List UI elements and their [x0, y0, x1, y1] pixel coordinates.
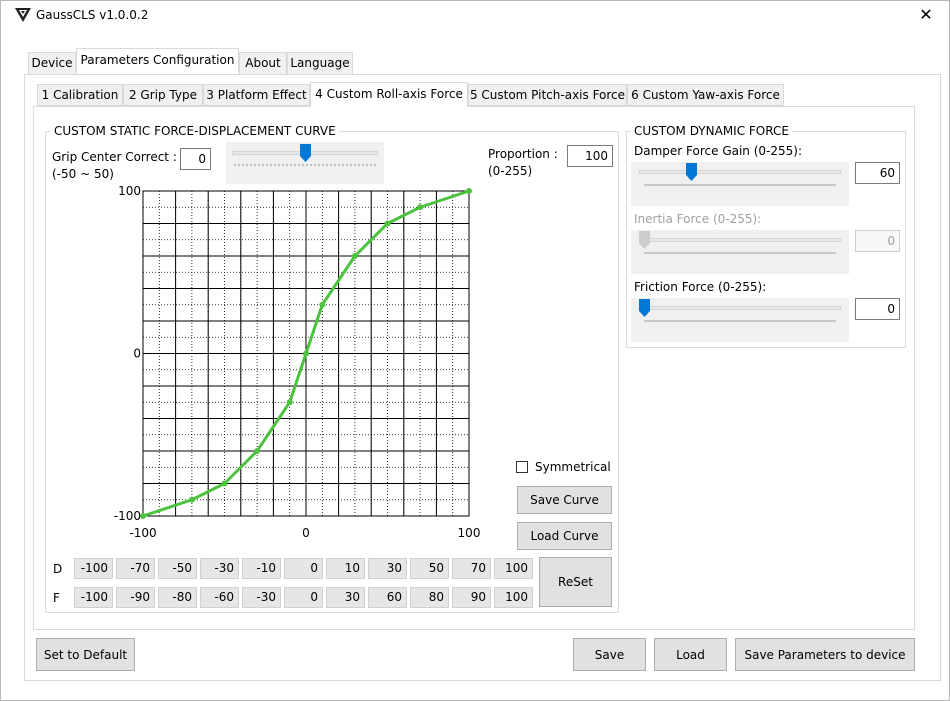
inertia-slider-tickline [644, 252, 836, 254]
inertia-input: 0 [855, 230, 900, 252]
grip-center-slider-ticks [234, 164, 376, 168]
main-tab-parameters-configuration[interactable]: Parameters Configuration [76, 48, 239, 73]
damper-label: Damper Force Gain (0-255): [634, 144, 802, 158]
dynamic-force-group-title: CUSTOM DYNAMIC FORCE [631, 124, 792, 138]
f-value-cell[interactable]: -90 [116, 587, 155, 608]
friction-input[interactable]: 0 [855, 298, 900, 320]
sub-tab-5[interactable]: 5 Custom Pitch-axis Force [468, 84, 627, 106]
d-value-cell[interactable]: -70 [116, 558, 155, 579]
grip-center-input[interactable]: 0 [180, 148, 211, 170]
f-value-cell[interactable]: 0 [284, 587, 323, 608]
load-curve-button[interactable]: Load Curve [517, 522, 612, 550]
f-value-cell[interactable]: 100 [494, 587, 533, 608]
d-value-cell[interactable]: -30 [200, 558, 239, 579]
f-value-cell[interactable]: -30 [242, 587, 281, 608]
d-value-cell[interactable]: -100 [74, 558, 113, 579]
proportion-range: (0-255) [488, 164, 533, 178]
sub-tab-3[interactable]: 3 Platform Effect [203, 84, 310, 106]
close-icon[interactable]: ✕ [914, 4, 938, 26]
f-value-cell[interactable]: 90 [452, 587, 491, 608]
sub-tab-2[interactable]: 2 Grip Type [123, 84, 203, 106]
damper-slider-track [639, 170, 841, 174]
curve-point [319, 301, 326, 308]
grip-center-label: Grip Center Correct : [52, 150, 177, 164]
x-tick-label: 0 [302, 526, 310, 540]
sub-tab-6[interactable]: 6 Custom Yaw-axis Force [627, 84, 784, 106]
friction-slider-track [639, 306, 841, 310]
curve-point [466, 188, 472, 194]
f-value-cell[interactable]: 80 [410, 587, 449, 608]
curve-point [221, 480, 228, 487]
inertia-slider-thumb [638, 231, 650, 249]
y-tick-label: 100 [118, 184, 141, 198]
save-to-device-button[interactable]: Save Parameters to device [735, 638, 915, 671]
y-tick-label: -100 [114, 509, 141, 523]
inertia-label: Inertia Force (0-255): [634, 212, 762, 226]
y-tick-label: 0 [133, 347, 141, 361]
damper-slider-tickline [644, 184, 836, 186]
d-value-cell[interactable]: 100 [494, 558, 533, 579]
d-row-label: D [53, 562, 63, 576]
damper-input[interactable]: 60 [855, 162, 900, 184]
save-curve-button[interactable]: Save Curve [517, 486, 612, 514]
x-tick-label: -100 [129, 526, 156, 540]
proportion-label: Proportion : [488, 147, 558, 161]
d-value-cell[interactable]: 50 [410, 558, 449, 579]
main-tab-language[interactable]: Language [287, 52, 353, 75]
symmetrical-checkbox[interactable] [516, 461, 528, 473]
symmetrical-label: Symmetrical [535, 460, 611, 474]
curve-point [303, 350, 309, 357]
window-title: GaussCLS v1.0.0.2 [36, 8, 149, 22]
curve-point [286, 399, 293, 406]
force-displacement-chart[interactable]: -100 0 100 100 0 -100 [100, 180, 490, 545]
f-value-cell[interactable]: -80 [158, 587, 197, 608]
grip-center-range: (-50 ~ 50) [52, 167, 114, 181]
d-value-cell[interactable]: 30 [368, 558, 407, 579]
friction-slider-thumb[interactable] [638, 299, 650, 317]
curve-point [188, 496, 195, 503]
f-row-label: F [53, 591, 60, 605]
f-value-cell[interactable]: -100 [74, 587, 113, 608]
friction-slider-tickline [644, 320, 836, 322]
curve-point [254, 448, 261, 454]
friction-label: Friction Force (0-255): [634, 280, 767, 294]
damper-slider-thumb[interactable] [685, 163, 697, 181]
f-value-cell[interactable]: -60 [200, 587, 239, 608]
curve-point [384, 220, 391, 227]
save-button[interactable]: Save [573, 638, 646, 671]
curve-point [417, 204, 424, 211]
f-value-cell[interactable]: 60 [368, 587, 407, 608]
d-value-cell[interactable]: 0 [284, 558, 323, 579]
app-logo-icon [15, 8, 31, 22]
main-tab-device[interactable]: Device [28, 52, 76, 75]
reset-button[interactable]: ReSet [539, 557, 612, 607]
f-value-cell[interactable]: 30 [326, 587, 365, 608]
static-curve-group-title: CUSTOM STATIC FORCE-DISPLACEMENT CURVE [51, 124, 339, 138]
load-button[interactable]: Load [654, 638, 727, 671]
curve-point [351, 253, 358, 259]
d-value-cell[interactable]: -50 [158, 558, 197, 579]
title-bar: GaussCLS v1.0.0.2 ✕ [0, 0, 950, 30]
inertia-slider-track [639, 238, 841, 242]
d-value-cell[interactable]: -10 [242, 558, 281, 579]
grip-center-slider-thumb[interactable] [299, 144, 311, 162]
curve-point [140, 513, 146, 519]
d-value-cell[interactable]: 10 [326, 558, 365, 579]
proportion-input[interactable]: 100 [567, 145, 613, 167]
sub-tab-1[interactable]: 1 Calibration [37, 84, 123, 106]
d-value-cell[interactable]: 70 [452, 558, 491, 579]
sub-tab-4[interactable]: 4 Custom Roll-axis Force [310, 82, 468, 107]
set-default-button[interactable]: Set to Default [36, 638, 135, 671]
main-tab-about[interactable]: About [239, 52, 287, 75]
x-tick-label: 100 [458, 526, 481, 540]
